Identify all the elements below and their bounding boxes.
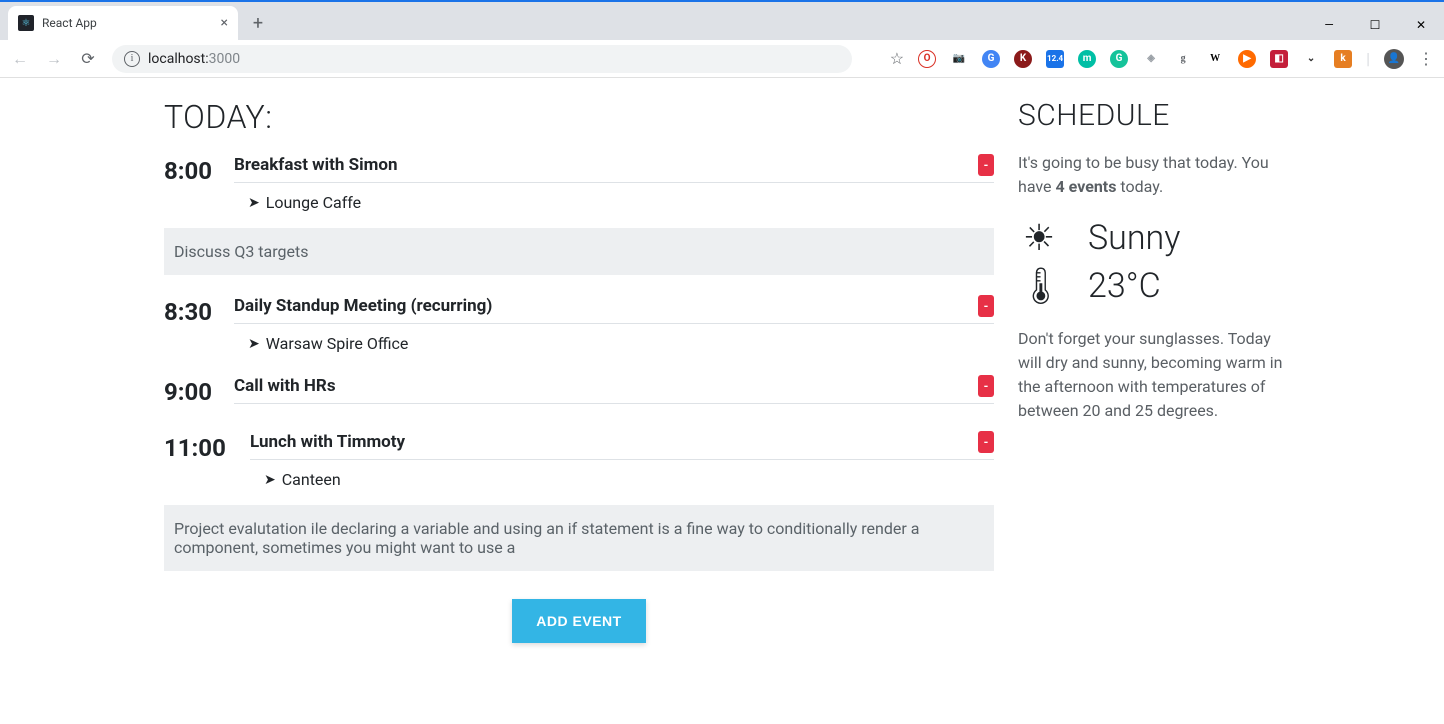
extension-icon[interactable]: ◈ bbox=[1142, 50, 1160, 68]
extension-icon[interactable]: ▶ bbox=[1238, 50, 1256, 68]
extension-icon[interactable]: O bbox=[918, 50, 936, 68]
separator: | bbox=[1366, 49, 1370, 68]
sun-icon: ☀ bbox=[1018, 217, 1060, 259]
url-port: 3000 bbox=[209, 51, 240, 67]
extension-icon[interactable]: 12.4 bbox=[1046, 50, 1064, 68]
weather-temp-row: 🌡 23°C bbox=[1018, 265, 1298, 307]
weather-condition: Sunny bbox=[1088, 218, 1180, 258]
browser-menu-icon[interactable]: ⋮ bbox=[1418, 49, 1434, 68]
close-tab-icon[interactable]: × bbox=[221, 15, 228, 31]
event-title: Lunch with Timmoty bbox=[250, 432, 405, 452]
profile-avatar[interactable]: 👤 bbox=[1384, 49, 1404, 69]
maximize-button[interactable]: ☐ bbox=[1352, 10, 1398, 40]
url-host: localhost: bbox=[148, 51, 209, 67]
event-location-text: Warsaw Spire Office bbox=[266, 334, 409, 353]
wikipedia-icon[interactable]: W bbox=[1206, 50, 1224, 68]
page-content: TODAY: 8:00 Breakfast with Simon - ➤ Lou… bbox=[0, 78, 1444, 643]
extension-icon[interactable]: g bbox=[1174, 50, 1192, 68]
react-favicon: ⚛ bbox=[18, 15, 34, 31]
pocket-icon[interactable]: ⌄ bbox=[1302, 50, 1320, 68]
event-location-text: Canteen bbox=[282, 470, 341, 489]
location-icon: ➤ bbox=[248, 195, 260, 211]
event-location: ➤ Lounge Caffe bbox=[234, 183, 994, 224]
event-title: Daily Standup Meeting (recurring) bbox=[234, 296, 492, 316]
browser-chrome: ⚛ React App × + — ☐ ✕ ← → ⟳ i localhost:… bbox=[0, 0, 1444, 78]
translate-icon[interactable]: G bbox=[982, 50, 1000, 68]
bookmark-star-icon[interactable]: ☆ bbox=[890, 49, 904, 68]
remove-event-button[interactable]: - bbox=[978, 375, 994, 397]
event-location-text: Lounge Caffe bbox=[266, 193, 361, 212]
site-info-icon[interactable]: i bbox=[124, 51, 140, 67]
back-button[interactable]: ← bbox=[10, 49, 30, 69]
add-event-button[interactable]: ADD EVENT bbox=[512, 599, 645, 643]
schedule-heading: SCHEDULE bbox=[1018, 98, 1298, 133]
weather-condition-row: ☀ Sunny bbox=[1018, 217, 1298, 259]
weather-note: Don't forget your sunglasses. Today will… bbox=[1018, 327, 1298, 423]
event-title: Call with HRs bbox=[234, 376, 336, 396]
address-bar: ← → ⟳ i localhost:3000 ☆ O 📷 G K 12.4 m … bbox=[0, 40, 1444, 78]
event-description: Project evalutation ile declaring a vari… bbox=[164, 505, 994, 571]
event-item: 8:30 Daily Standup Meeting (recurring) -… bbox=[164, 295, 994, 365]
remove-event-button[interactable]: - bbox=[978, 295, 994, 317]
event-title: Breakfast with Simon bbox=[234, 155, 397, 175]
forward-button[interactable]: → bbox=[44, 49, 64, 69]
today-heading: TODAY: bbox=[164, 98, 994, 136]
schedule-intro: It's going to be busy that today. You ha… bbox=[1018, 151, 1298, 199]
camera-icon[interactable]: 📷 bbox=[950, 50, 968, 68]
tab-title: React App bbox=[42, 16, 97, 30]
location-icon: ➤ bbox=[248, 336, 260, 352]
close-window-button[interactable]: ✕ bbox=[1398, 10, 1444, 40]
sidebar-column: SCHEDULE It's going to be busy that toda… bbox=[1018, 98, 1298, 643]
minimize-button[interactable]: — bbox=[1306, 10, 1352, 40]
extension-icon[interactable]: ◧ bbox=[1270, 50, 1288, 68]
event-location: ➤ Canteen bbox=[250, 460, 994, 501]
remove-event-button[interactable]: - bbox=[978, 154, 994, 176]
thermometer-icon: 🌡 bbox=[1018, 265, 1060, 307]
event-item: 11:00 Lunch with Timmoty - ➤ Canteen bbox=[164, 431, 994, 501]
grammarly-icon[interactable]: G bbox=[1110, 50, 1128, 68]
extension-icon[interactable]: K bbox=[1014, 50, 1032, 68]
event-location: ➤ Warsaw Spire Office bbox=[234, 324, 994, 365]
extension-icon[interactable]: k bbox=[1334, 50, 1352, 68]
url-input[interactable]: i localhost:3000 bbox=[112, 45, 852, 73]
event-time: 11:00 bbox=[164, 431, 250, 461]
window-controls: — ☐ ✕ bbox=[1306, 10, 1444, 40]
reload-button[interactable]: ⟳ bbox=[78, 49, 98, 68]
event-time: 9:00 bbox=[164, 375, 234, 405]
remove-event-button[interactable]: - bbox=[978, 431, 994, 453]
browser-tab[interactable]: ⚛ React App × bbox=[8, 6, 238, 40]
event-time: 8:30 bbox=[164, 295, 234, 325]
location-icon: ➤ bbox=[264, 472, 276, 488]
new-tab-button[interactable]: + bbox=[244, 9, 272, 37]
toolbar-right: ☆ O 📷 G K 12.4 m G ◈ g W ▶ ◧ ⌄ k | 👤 ⋮ bbox=[890, 49, 1434, 69]
tab-bar: ⚛ React App × + — ☐ ✕ bbox=[0, 2, 1444, 40]
event-description: Discuss Q3 targets bbox=[164, 228, 994, 275]
event-time: 8:00 bbox=[164, 154, 234, 184]
main-column: TODAY: 8:00 Breakfast with Simon - ➤ Lou… bbox=[164, 98, 994, 643]
extension-icon[interactable]: m bbox=[1078, 50, 1096, 68]
event-item: 8:00 Breakfast with Simon - ➤ Lounge Caf… bbox=[164, 154, 994, 224]
event-item: 9:00 Call with HRs - bbox=[164, 375, 994, 405]
weather-temp: 23°C bbox=[1088, 266, 1161, 306]
